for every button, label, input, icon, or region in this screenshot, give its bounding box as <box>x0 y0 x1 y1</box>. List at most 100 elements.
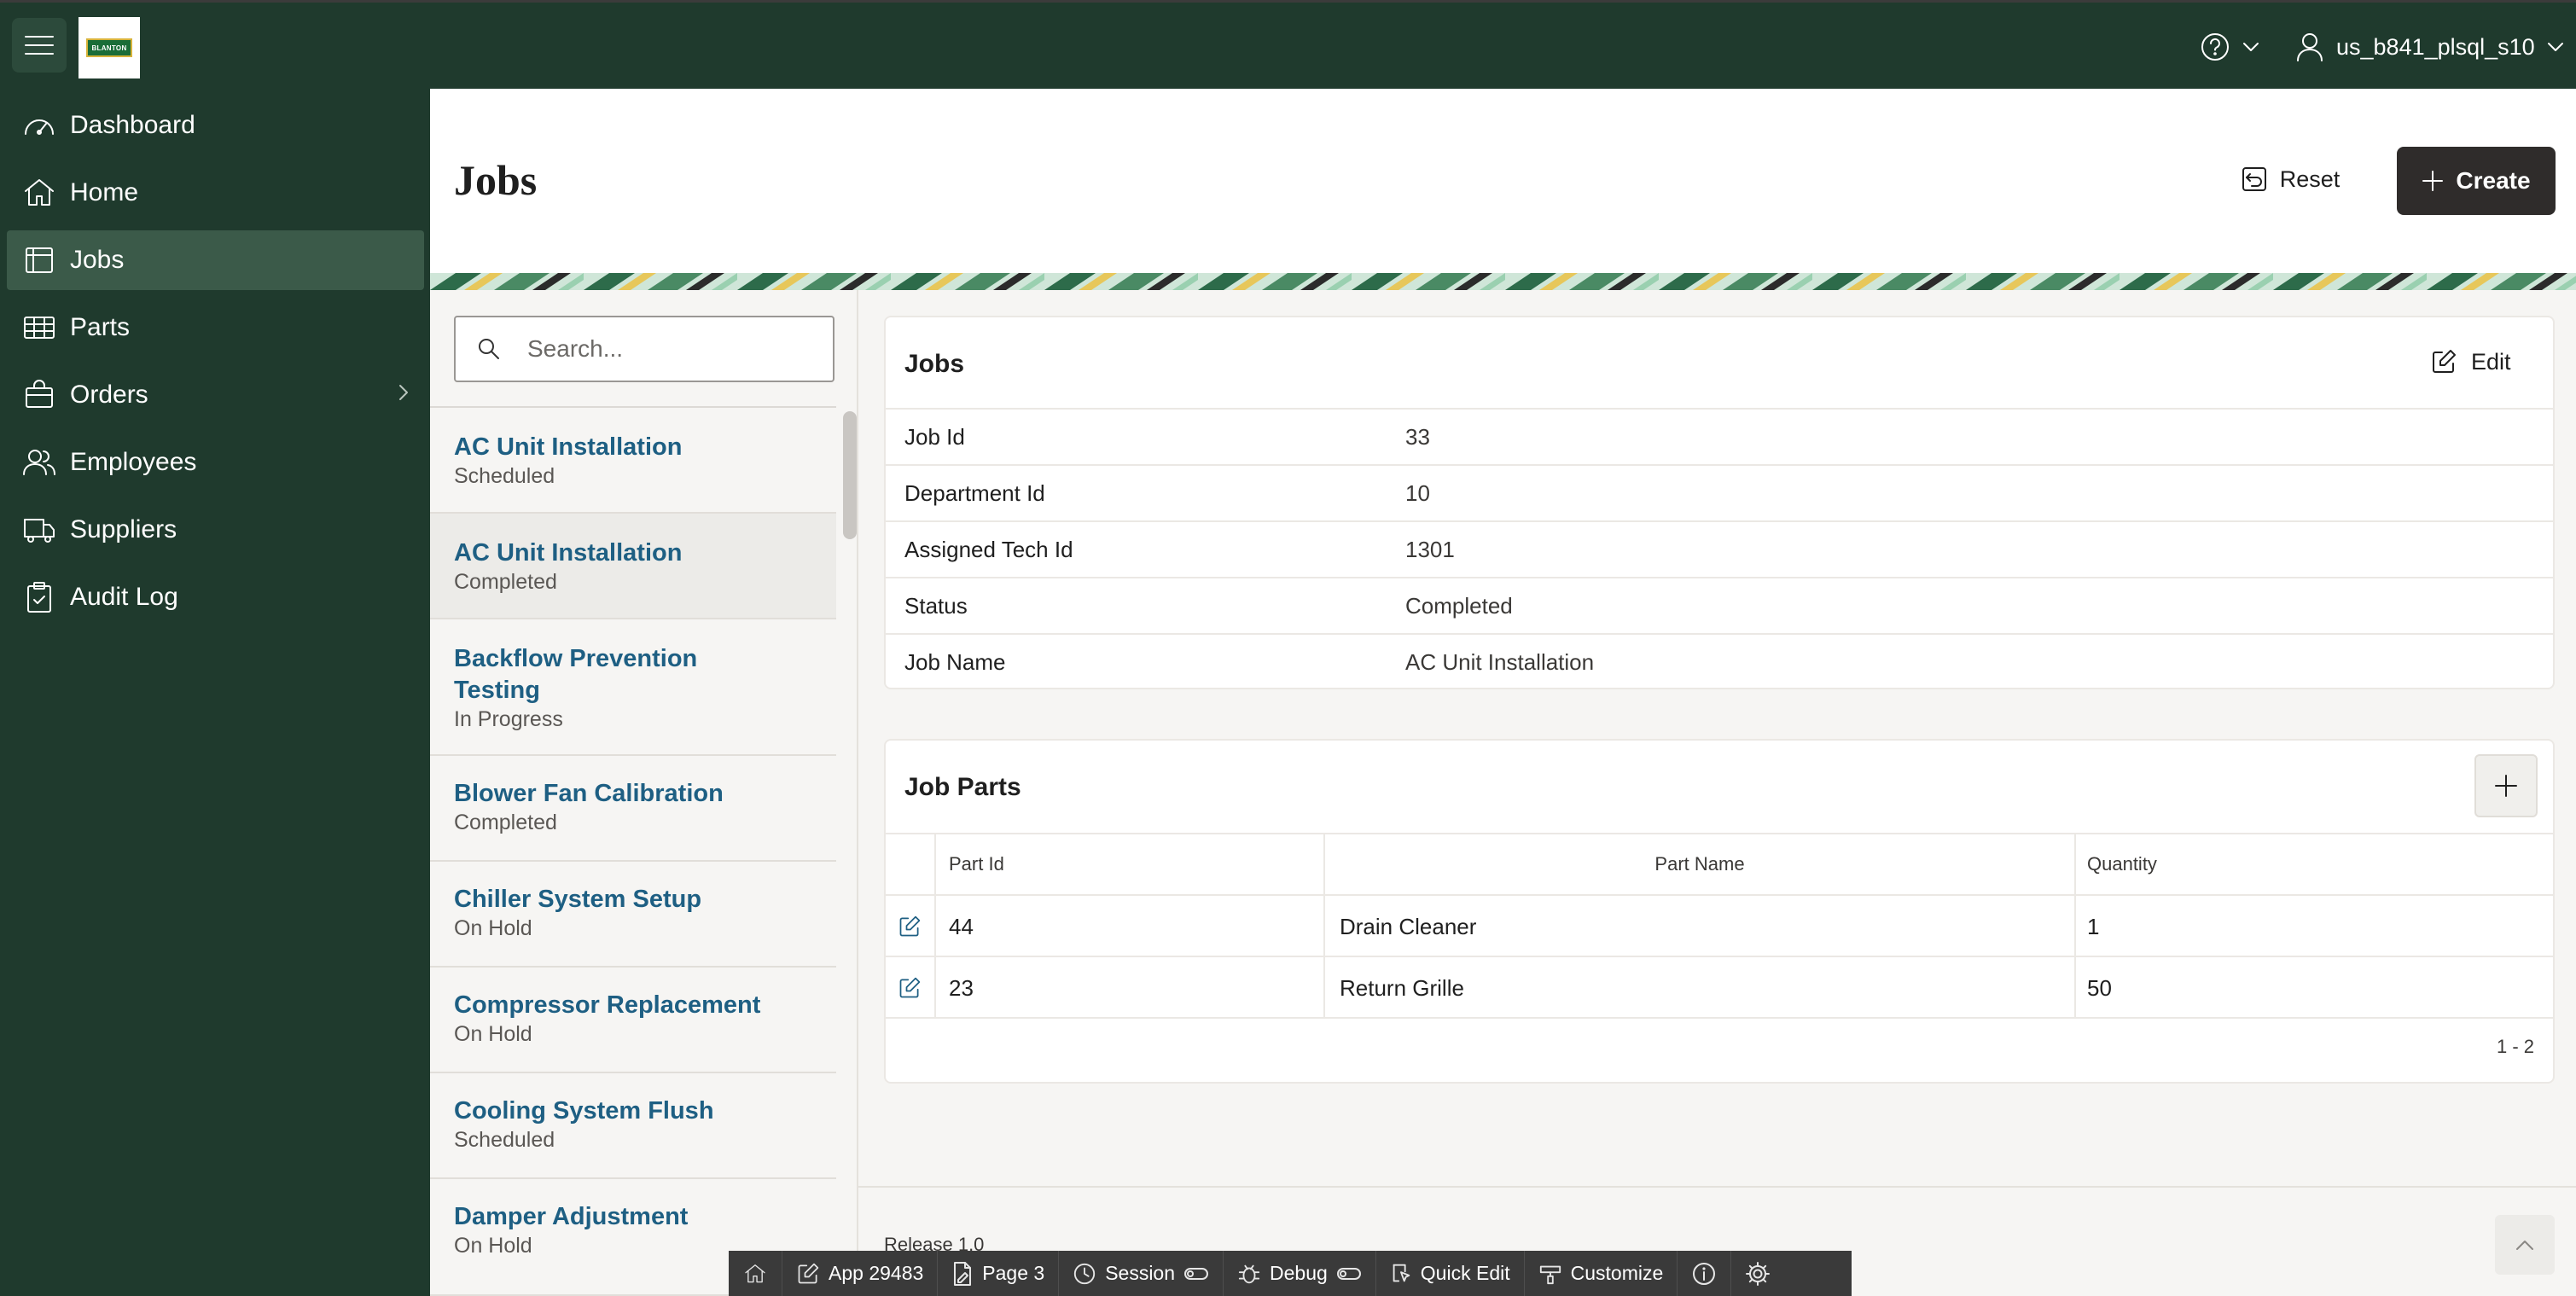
reset-icon <box>2242 167 2266 191</box>
plus-icon <box>2422 171 2444 191</box>
search-field[interactable]: Search... <box>454 316 834 382</box>
list-item-status: Scheduled <box>454 464 555 488</box>
column-divider <box>1323 833 1325 1019</box>
cursor-edit-icon <box>1393 1264 1410 1281</box>
cell-part-name: Return Grille <box>1340 974 1464 1001</box>
dev-quick-edit-label: Quick Edit <box>1420 1262 1510 1284</box>
clipboard-icon <box>27 582 51 613</box>
list-item[interactable]: Blower Fan Calibration Completed <box>430 756 836 862</box>
cell-part-id: 23 <box>949 974 974 1001</box>
gear-icon <box>1746 1261 1771 1286</box>
info-icon <box>1693 1262 1716 1285</box>
user-menu-button[interactable]: us_b841_plsql_s10 <box>2295 32 2564 62</box>
edit-icon <box>899 915 921 937</box>
list-item-title: Cooling System Flush <box>454 1097 714 1125</box>
sidebar-item-parts[interactable]: Parts <box>7 298 424 357</box>
pane-divider <box>857 290 858 1296</box>
column-header-part-id[interactable]: Part Id <box>935 833 1324 896</box>
list-item-title: AC Unit Installation <box>454 433 683 461</box>
column-divider <box>2074 833 2076 1019</box>
sidebar-item-employees[interactable]: Employees <box>7 433 424 492</box>
dev-quick-edit-button[interactable]: Quick Edit <box>1376 1251 1525 1296</box>
list-item[interactable]: Compressor Replacement On Hold <box>430 968 836 1073</box>
grid-icon <box>24 317 55 339</box>
detail-row-department-id: Department Id 10 <box>886 464 2553 520</box>
logo-mark: BLANTON <box>86 38 132 57</box>
column-header-quantity[interactable]: Quantity <box>2075 833 2553 896</box>
table-row: 44 Drain Cleaner 1 <box>886 896 2553 957</box>
detail-row-job-id: Job Id 33 <box>886 408 2553 464</box>
dev-settings-button[interactable] <box>1731 1251 1784 1296</box>
detail-label: Job Name <box>904 648 1006 675</box>
dev-session-button[interactable]: Session <box>1059 1251 1224 1296</box>
dev-debug-label: Debug <box>1270 1262 1328 1284</box>
scroll-to-top-button[interactable] <box>2495 1215 2555 1275</box>
list-item-title: Chiller System Setup <box>454 886 702 913</box>
app-logo[interactable]: BLANTON <box>79 17 140 78</box>
reset-button[interactable]: Reset <box>2222 145 2358 213</box>
sidebar-item-home[interactable]: Home <box>7 163 424 223</box>
dev-page-label: Page 3 <box>982 1262 1045 1284</box>
list-item[interactable]: Chiller System Setup On Hold <box>430 862 836 968</box>
list-item[interactable]: AC Unit Installation Scheduled <box>430 408 836 514</box>
detail-row-assigned-tech-id: Assigned Tech Id 1301 <box>886 520 2553 577</box>
dev-session-label: Session <box>1105 1262 1176 1284</box>
page-title: Jobs <box>454 156 538 204</box>
list-scrollbar[interactable] <box>843 411 857 539</box>
edit-button[interactable]: Edit <box>2430 348 2511 375</box>
list-item-title: Blower Fan Calibration <box>454 780 724 807</box>
dev-home-button[interactable] <box>729 1251 782 1296</box>
detail-value: 33 <box>1405 423 1430 450</box>
chevron-down-icon <box>2243 43 2259 51</box>
dev-app-button[interactable]: App 29483 <box>782 1251 939 1296</box>
list-item[interactable]: Cooling System Flush Scheduled <box>430 1073 836 1179</box>
table-row: 23 Return Grille 50 <box>886 957 2553 1019</box>
sidebar-item-jobs[interactable]: Jobs <box>7 230 424 290</box>
row-edit-button[interactable] <box>898 896 922 957</box>
list-item-status: In Progress <box>454 707 563 731</box>
column-divider <box>934 833 936 1019</box>
user-icon <box>2297 33 2323 61</box>
sidebar-item-dashboard[interactable]: Dashboard <box>7 96 424 155</box>
edit-icon <box>798 1263 819 1283</box>
list-item-title: Damper Adjustment <box>454 1203 689 1230</box>
list-item-status: On Hold <box>454 1022 532 1046</box>
detail-row-job-name: Job Name AC Unit Installation <box>886 633 2553 689</box>
column-header-part-name[interactable]: Part Name <box>1324 833 2075 896</box>
hamburger-menu-button[interactable] <box>12 18 67 73</box>
sidebar-item-label: Employees <box>70 448 197 476</box>
search-icon <box>479 339 499 359</box>
dev-debug-button[interactable]: Debug <box>1224 1251 1376 1296</box>
search-input[interactable]: Search... <box>527 335 623 363</box>
list-item-title: Backflow Prevention Testing <box>454 645 698 704</box>
detail-value: 1301 <box>1405 536 1455 562</box>
home-icon <box>745 1264 765 1282</box>
sidebar-item-audit-log[interactable]: Audit Log <box>7 567 424 627</box>
detail-row-status: Status Completed <box>886 577 2553 633</box>
sidebar-item-label: Jobs <box>70 246 125 274</box>
dev-info-button[interactable] <box>1678 1251 1732 1296</box>
sidebar-item-orders[interactable]: Orders <box>7 365 424 425</box>
list-item[interactable]: AC Unit Installation Completed <box>430 514 836 619</box>
row-edit-button[interactable] <box>898 957 922 1019</box>
cell-quantity: 50 <box>2087 974 2112 1001</box>
list-item-status: On Hold <box>454 916 532 940</box>
list-item-status: Completed <box>454 570 557 594</box>
list-item[interactable]: Backflow Prevention Testing In Progress <box>430 619 836 756</box>
bug-icon <box>1238 1264 1260 1283</box>
add-part-button[interactable] <box>2474 754 2538 817</box>
create-button[interactable]: Create <box>2397 147 2556 215</box>
bag-icon <box>26 380 53 408</box>
dashboard-icon <box>25 119 54 135</box>
help-icon <box>2201 33 2229 61</box>
toggle-icon <box>1184 1267 1209 1280</box>
list-item-status: Scheduled <box>454 1128 555 1152</box>
page-edit-icon <box>954 1261 972 1286</box>
help-menu-button[interactable] <box>2200 32 2259 62</box>
sidebar-item-suppliers[interactable]: Suppliers <box>7 500 424 560</box>
sidebar-item-label: Orders <box>70 381 148 409</box>
page-header: Jobs Reset Create <box>430 89 2576 273</box>
dev-customize-button[interactable]: Customize <box>1525 1251 1678 1296</box>
user-name: us_b841_plsql_s10 <box>2336 33 2535 60</box>
dev-page-button[interactable]: Page 3 <box>938 1251 1060 1296</box>
